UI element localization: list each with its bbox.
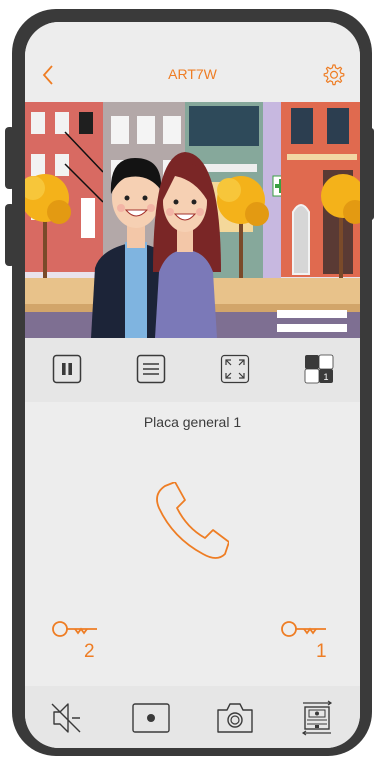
app-screen: ART7W 1 Placa general 1 2 1	[25, 22, 360, 748]
fullscreen-icon[interactable]	[220, 354, 250, 384]
volume-up-button	[5, 127, 15, 189]
page-title: ART7W	[168, 66, 217, 82]
gallery-icon[interactable]	[297, 700, 337, 736]
phone-answer-icon[interactable]	[153, 482, 229, 562]
app-header: ART7W	[25, 22, 360, 102]
record-icon[interactable]	[131, 700, 171, 736]
camera-badge: 1	[323, 372, 328, 382]
lock-1-number: 1	[316, 641, 327, 662]
menu-icon[interactable]	[136, 354, 166, 384]
video-toolbar: 1	[25, 338, 360, 402]
camera-icon[interactable]	[215, 700, 255, 736]
lock-2-number: 2	[84, 641, 95, 662]
bottom-bar	[25, 686, 360, 748]
pause-icon[interactable]	[52, 354, 82, 384]
gear-icon[interactable]	[322, 63, 346, 87]
volume-down-button	[5, 204, 15, 266]
power-button	[366, 128, 374, 220]
speaker-muted-icon[interactable]	[48, 700, 88, 736]
video-feed[interactable]	[25, 102, 360, 338]
camera-quad-icon[interactable]: 1	[304, 354, 334, 384]
station-label: Placa general 1	[143, 414, 242, 430]
